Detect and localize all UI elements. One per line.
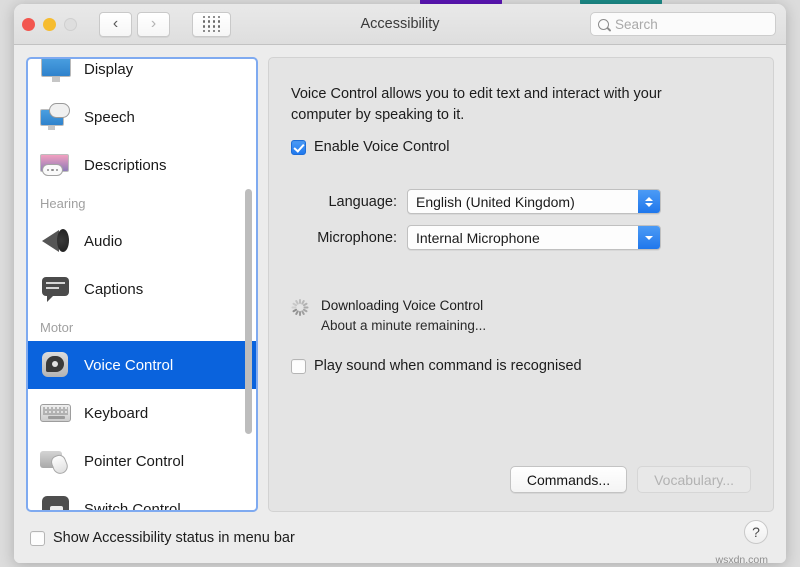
pointer-control-icon — [40, 447, 72, 477]
pane-buttons: Commands... Vocabulary... — [509, 466, 751, 493]
sidebar-item-label: Keyboard — [84, 404, 149, 422]
accessibility-feature-list[interactable]: Display Speech Descriptions Hearing Audio Cap… — [26, 57, 258, 512]
sidebar-items: Display Speech Descriptions Hearing Audio Cap… — [28, 59, 256, 512]
sidebar-item-label: Audio — [84, 232, 123, 250]
sidebar-item-pointer-control[interactable]: Pointer Control — [28, 437, 256, 485]
commands-button[interactable]: Commands... — [509, 466, 628, 493]
sidebar-item-label: Descriptions — [84, 156, 167, 174]
play-sound-row[interactable]: Play sound when command is recognised — [291, 358, 751, 374]
sidebar-item-label: Speech — [84, 108, 135, 126]
language-label: Language: — [328, 193, 397, 210]
microphone-label: Microphone: — [317, 229, 397, 246]
chevron-down-icon — [638, 226, 660, 250]
microphone-select[interactable]: Internal Microphone — [407, 225, 661, 251]
enable-voice-control-row[interactable]: Enable Voice Control — [291, 139, 751, 155]
sidebar-item-voice-control[interactable]: Voice Control — [28, 341, 256, 389]
enable-voice-control-label: Enable Voice Control — [314, 139, 450, 156]
language-value: English (United Kingdom) — [416, 193, 575, 210]
minimize-button[interactable] — [43, 17, 56, 31]
window-titlebar: ‹ › Accessibility — [14, 4, 786, 45]
captions-icon — [40, 275, 72, 303]
spinner-icon — [291, 298, 309, 316]
close-button[interactable] — [22, 17, 35, 31]
window-body: Display Speech Descriptions Hearing Audio Cap… — [14, 45, 786, 563]
sidebar-item-speech[interactable]: Speech — [28, 93, 256, 141]
voice-control-pane: Voice Control allows you to edit text an… — [268, 57, 774, 512]
voice-control-settings-form: Language: English (United Kingdom) Micro… — [291, 189, 751, 251]
speech-icon — [40, 103, 72, 131]
grid-icon — [202, 15, 221, 33]
pane-description: Voice Control allows you to edit text an… — [291, 86, 662, 123]
maximize-button — [64, 17, 77, 31]
sidebar-scrollbar-thumb[interactable] — [245, 189, 252, 434]
panes: Display Speech Descriptions Hearing Audio Cap… — [26, 57, 774, 512]
forward-button[interactable]: › — [137, 11, 170, 37]
play-sound-checkbox[interactable] — [291, 358, 306, 374]
sidebar-item-audio[interactable]: Audio — [28, 217, 256, 265]
download-status: Downloading Voice Control About a minute… — [291, 296, 751, 336]
show-status-row[interactable]: Show Accessibility status in menu bar — [30, 530, 295, 546]
play-sound-label: Play sound when command is recognised — [314, 358, 582, 375]
chevron-right-icon: › — [150, 15, 157, 32]
audio-icon — [40, 227, 72, 255]
sidebar-item-display[interactable]: Display — [28, 59, 256, 93]
microphone-row: Microphone: Internal Microphone — [291, 225, 751, 251]
sidebar-item-label: Display — [84, 60, 134, 78]
download-status-detail: About a minute remaining... — [321, 318, 487, 334]
download-status-title: Downloading Voice Control — [321, 298, 484, 314]
search-input[interactable] — [615, 16, 768, 32]
sidebar-group-hearing: Hearing — [40, 195, 86, 211]
show-accessibility-status-checkbox[interactable] — [30, 530, 45, 546]
sidebar-item-label: Switch Control — [84, 500, 181, 512]
language-row: Language: English (United Kingdom) — [291, 189, 751, 215]
sidebar-scrollbar[interactable] — [244, 61, 253, 508]
show-all-button[interactable] — [192, 11, 231, 37]
sidebar-item-keyboard[interactable]: Keyboard — [28, 389, 256, 437]
watermark: wsxdn.com — [715, 554, 768, 563]
enable-voice-control-checkbox[interactable] — [291, 139, 306, 155]
help-button[interactable]: ? — [744, 520, 768, 544]
sidebar-item-label: Pointer Control — [84, 452, 185, 470]
chevron-updown-icon — [638, 190, 660, 214]
sidebar-item-captions[interactable]: Captions — [28, 265, 256, 313]
navigation-buttons: ‹ › — [99, 11, 231, 37]
sidebar-group-motor: Motor — [40, 319, 74, 335]
display-icon — [40, 59, 72, 83]
keyboard-icon — [40, 399, 72, 427]
sidebar-item-label: Captions — [84, 280, 144, 298]
system-preferences-window: ‹ › Accessibility Display Speech Descripti… — [14, 4, 786, 563]
window-footer: Show Accessibility status in menu bar ? … — [26, 512, 774, 563]
sidebar-item-switch-control[interactable]: Switch Control — [28, 485, 256, 512]
voice-control-icon — [40, 351, 72, 379]
microphone-value: Internal Microphone — [416, 229, 540, 246]
back-button[interactable]: ‹ — [99, 11, 132, 37]
search-field[interactable] — [590, 12, 776, 36]
sidebar-item-descriptions[interactable]: Descriptions — [28, 141, 256, 189]
switch-control-icon — [40, 495, 72, 510]
search-icon — [598, 18, 609, 30]
vocabulary-button: Vocabulary... — [637, 466, 751, 493]
descriptions-icon — [40, 151, 72, 179]
window-controls — [22, 17, 77, 31]
language-select[interactable]: English (United Kingdom) — [407, 189, 661, 215]
show-accessibility-status-label: Show Accessibility status in menu bar — [53, 530, 295, 546]
chevron-left-icon: ‹ — [112, 15, 119, 32]
download-status-text: Downloading Voice Control About a minute… — [321, 296, 486, 336]
sidebar-item-label: Voice Control — [84, 356, 174, 374]
